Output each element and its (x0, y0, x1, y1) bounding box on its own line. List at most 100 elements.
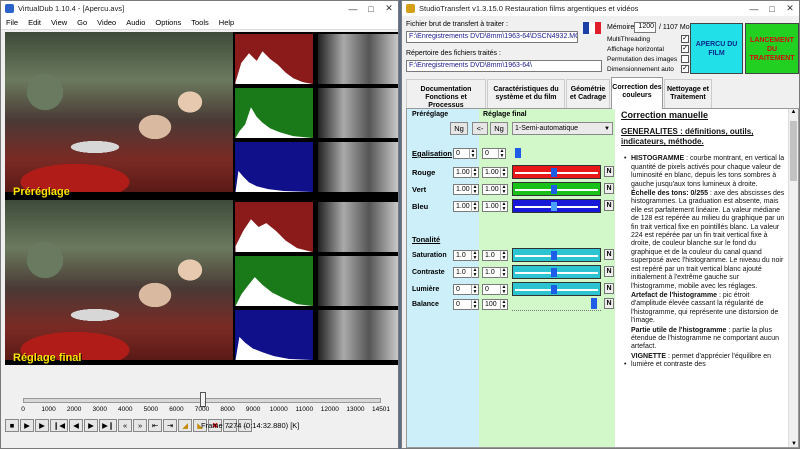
vdub-menubar: File Edit View Go Video Audio Options To… (1, 16, 398, 30)
start-icon[interactable]: ❙◀ (50, 419, 69, 432)
balance-pre[interactable]: 0 ▲ ▼ (453, 299, 479, 310)
lumiere-slider[interactable] (512, 282, 601, 296)
french-flag-icon[interactable] (583, 22, 601, 34)
checkbox-permutation[interactable] (681, 55, 689, 63)
contraste-final[interactable]: 1.0 ▲ ▼ (482, 267, 508, 278)
rouge-pre[interactable]: 1.00 ▲ ▼ (453, 167, 479, 178)
play-input-icon[interactable]: ▶ (20, 419, 34, 432)
mode-select[interactable]: 1-Semi-automatique ▼ (512, 122, 613, 135)
option-permutation: Permutation des images (607, 55, 678, 63)
memory-input[interactable]: 1200 (634, 22, 656, 33)
dir-input[interactable]: F:\Enregistrements DVD\8mm\1963-64\ (406, 60, 602, 72)
lumiere-final[interactable]: 0 ▲ ▼ (482, 284, 508, 295)
scroll-down-icon[interactable]: ▼ (789, 441, 799, 447)
vdub-titlebar: VirtualDub 1.10.4 - [Apercu.avs] — □ ✕ (1, 1, 398, 16)
next-frame-icon[interactable]: ▶ (84, 419, 99, 432)
option-affichage: Affichage horizontal (607, 45, 664, 53)
balance-slider[interactable] (512, 297, 601, 311)
scene-back-icon[interactable]: ⇤ (148, 419, 163, 432)
saturation-slider[interactable] (512, 248, 601, 262)
menu-file[interactable]: File (1, 18, 23, 27)
menu-audio[interactable]: Audio (121, 18, 150, 27)
vert-slider[interactable] (512, 182, 601, 196)
menu-edit[interactable]: Edit (23, 18, 46, 27)
copy-arrow-button[interactable]: <- (472, 122, 488, 135)
vdub-title: VirtualDub 1.10.4 - [Apercu.avs] (18, 4, 125, 13)
tab-documentation[interactable]: Documentation Fonctions et Processus (406, 79, 486, 109)
end-icon[interactable]: ▶❙ (99, 419, 118, 432)
bw-thumb-1 (317, 33, 398, 85)
egalisation-final[interactable]: 0 ▲ ▼ (482, 148, 506, 159)
lumiere-n-button[interactable]: N (604, 283, 614, 294)
doc-p4-title: Partie utile de l'histogramme (631, 326, 727, 334)
next-key-icon[interactable]: » (133, 419, 148, 432)
bleu-pre[interactable]: 1.00 ▲ ▼ (453, 201, 479, 212)
menu-video[interactable]: Video (92, 18, 121, 27)
doc-scrollbar[interactable]: ▲ ▼ (788, 109, 798, 447)
contraste-pre[interactable]: 1.0 ▲ ▼ (453, 267, 479, 278)
bleu-n-button[interactable]: N (604, 200, 614, 211)
rouge-slider[interactable] (512, 165, 601, 179)
menu-go[interactable]: Go (72, 18, 92, 27)
play-output-icon[interactable]: ▶ (35, 419, 49, 432)
prev-frame-icon[interactable]: ◀ (69, 419, 84, 432)
tab-geometrie[interactable]: Géométrie et Cadrage (566, 79, 610, 109)
menu-tools[interactable]: Tools (186, 18, 214, 27)
timeline-tick-label: 12000 (320, 406, 339, 413)
scene-fwd-icon[interactable]: ⇥ (163, 419, 178, 432)
vert-pre[interactable]: 1.00 ▲ ▼ (453, 184, 479, 195)
mode-value: 1-Semi-automatique (515, 125, 579, 132)
egalisation-slider[interactable] (512, 147, 602, 159)
stop-icon[interactable]: ■ (5, 419, 19, 432)
st-minimize-icon[interactable]: — (745, 4, 763, 14)
apercu-button[interactable]: APERCU DU FILM (690, 23, 743, 74)
contraste-slider[interactable] (512, 265, 601, 279)
close-icon[interactable]: ✕ (380, 3, 398, 14)
menu-help[interactable]: Help (214, 18, 239, 27)
contraste-n-button[interactable]: N (604, 266, 614, 277)
tab-nettoyage[interactable]: Nettoyage et Traitement (664, 79, 712, 109)
balance-n-button[interactable]: N (604, 298, 614, 309)
rouge-n-button[interactable]: N (604, 166, 614, 177)
checkbox-affichage[interactable]: ✓ (681, 45, 689, 53)
saturation-n-button[interactable]: N (604, 249, 614, 260)
saturation-final[interactable]: 1.0 ▲ ▼ (482, 250, 508, 261)
file-input[interactable]: F:\Enregistrements DVD\8mm\1963-64\DSCN4… (406, 31, 578, 43)
bw-thumb-4 (317, 201, 398, 253)
vert-n-button[interactable]: N (604, 183, 614, 194)
balance-label: Balance (412, 301, 439, 308)
checkbox-dimensionnement[interactable]: ✓ (681, 65, 689, 73)
chevron-down-icon: ▼ (604, 125, 610, 132)
minimize-icon[interactable]: — (344, 4, 362, 14)
ng-button-right[interactable]: Ng (490, 122, 508, 135)
st-maximize-icon[interactable]: □ (763, 4, 781, 14)
maximize-icon[interactable]: □ (362, 4, 380, 14)
tab-caracteristiques[interactable]: Caractéristiques du système et du film (487, 79, 565, 109)
balance-final[interactable]: 100 ▲ ▼ (482, 299, 508, 310)
checkbox-multithreading[interactable]: ✓ (681, 35, 689, 43)
menu-view[interactable]: View (46, 18, 72, 27)
scroll-up-icon[interactable]: ▲ (789, 109, 798, 115)
lumiere-pre[interactable]: 0 ▲ ▼ (453, 284, 479, 295)
documentation-text: Correction manuelle GENERALITES : défini… (621, 111, 786, 447)
bleu-final[interactable]: 1.00 ▲ ▼ (482, 201, 508, 212)
egalisation-pre[interactable]: 0 ▲ ▼ (453, 148, 477, 159)
timeline-tick-label: 0 (21, 406, 25, 413)
st-app-icon (406, 4, 415, 13)
bleu-slider[interactable] (512, 199, 601, 213)
prev-key-icon[interactable]: « (118, 419, 133, 432)
lumiere-label: Lumière (412, 286, 440, 293)
st-close-icon[interactable]: ✕ (781, 3, 799, 14)
lancement-button[interactable]: LANCEMENT DU TRAITEMENT (745, 23, 799, 74)
rouge-final[interactable]: 1.00 ▲ ▼ (482, 167, 508, 178)
menu-options[interactable]: Options (150, 18, 186, 27)
ng-button-left[interactable]: Ng (450, 122, 468, 135)
mark-in-icon[interactable]: ◢ (178, 419, 193, 432)
saturation-pre[interactable]: 1.0 ▲ ▼ (453, 250, 479, 261)
timeline-thumb[interactable] (199, 392, 206, 407)
scrollbar-thumb[interactable] (790, 121, 797, 181)
tab-correction-couleurs[interactable]: Correction des couleurs (611, 77, 663, 109)
timeline-tick-label: 6000 (169, 406, 184, 413)
vert-final[interactable]: 1.00 ▲ ▼ (482, 184, 508, 195)
bw-thumb-6 (317, 309, 398, 361)
